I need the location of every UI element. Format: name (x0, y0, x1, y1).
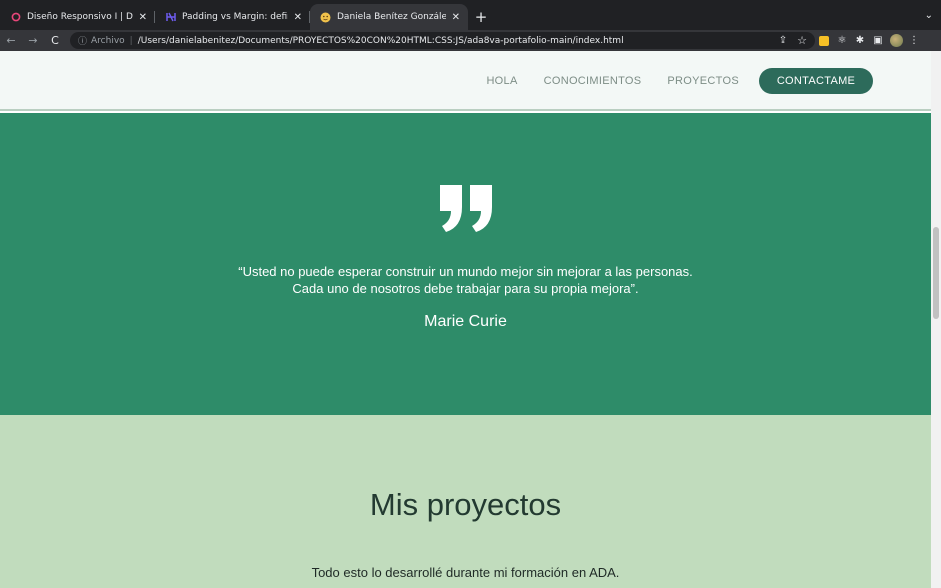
back-arrow-icon[interactable]: ← (0, 30, 22, 51)
scrollbar-thumb[interactable] (933, 227, 939, 319)
info-icon[interactable]: ⓘ (78, 34, 87, 47)
forward-arrow-icon[interactable]: → (22, 30, 44, 51)
close-tab-icon[interactable]: ✕ (452, 12, 460, 23)
h-logo-icon (165, 12, 176, 23)
address-bar[interactable]: ⓘ Archivo | /Users/danielabenitez/Docume… (70, 32, 815, 49)
nav-link-conocimientos[interactable]: CONOCIMIENTOS (544, 75, 642, 87)
browser-tab[interactable]: Padding vs Margin: definición, ✕ (155, 4, 310, 30)
site-nav: HOLA CONOCIMIENTOS PROYECTOS CONTACTAME (460, 68, 873, 94)
browser-toolbar: ← → C ⓘ Archivo | /Users/danielabenitez/… (0, 30, 941, 51)
bookmark-star-icon[interactable]: ☆ (797, 34, 807, 47)
address-scheme: Archivo (91, 35, 125, 46)
tab-title: Diseño Responsivo I | Desarroll (27, 12, 133, 22)
extensions-puzzle-icon[interactable]: ✱ (851, 30, 869, 51)
profile-avatar[interactable] (887, 30, 905, 51)
page-scrollbar[interactable] (931, 51, 941, 588)
address-url[interactable]: /Users/danielabenitez/Documents/PROYECTO… (138, 36, 624, 46)
tab-title: Daniela Benítez González (337, 12, 446, 22)
browser-tab-strip: Diseño Responsivo I | Desarroll ✕ Paddin… (0, 0, 941, 30)
quote-line: “Usted no puede esperar construir un mun… (238, 264, 693, 279)
quote-line: Cada uno de nosotros debe trabajar para … (292, 281, 639, 296)
tab-search-chevron-icon[interactable]: ⌄ (925, 10, 933, 21)
projects-title: Mis proyectos (369, 487, 562, 522)
side-panel-icon[interactable]: ▣ (869, 30, 887, 51)
quote-section: “Usted no puede esperar construir un mun… (0, 113, 931, 415)
contact-button[interactable]: CONTACTAME (759, 68, 873, 94)
projects-section: Mis proyectos Todo esto lo desarrollé du… (0, 415, 931, 588)
nav-link-proyectos[interactable]: PROYECTOS (667, 75, 739, 87)
nav-link-hola[interactable]: HOLA (486, 75, 517, 87)
reload-icon[interactable]: C (44, 30, 66, 51)
new-tab-button[interactable]: + (468, 4, 494, 30)
projects-subtitle: Todo esto lo desarrollé durante mi forma… (311, 565, 620, 580)
extension-yellow-icon[interactable] (815, 30, 833, 51)
page-viewport: HOLA CONOCIMIENTOS PROYECTOS CONTACTAME … (0, 51, 931, 588)
quote-mark-icon (440, 185, 492, 232)
ring-icon (10, 12, 21, 23)
share-icon[interactable]: ⇪ (779, 35, 787, 46)
site-header: HOLA CONOCIMIENTOS PROYECTOS CONTACTAME (0, 51, 931, 111)
address-separator: | (129, 35, 133, 46)
browser-menu-icon[interactable]: ⋮ (905, 30, 923, 51)
emoji-icon (320, 12, 331, 23)
close-tab-icon[interactable]: ✕ (139, 12, 147, 23)
browser-tab[interactable]: Diseño Responsivo I | Desarroll ✕ (0, 4, 155, 30)
extension-react-icon[interactable]: ⚛ (833, 30, 851, 51)
close-tab-icon[interactable]: ✕ (294, 12, 302, 23)
quote-author: Marie Curie (424, 313, 507, 330)
browser-tab-active[interactable]: Daniela Benítez González ✕ (310, 4, 468, 30)
quote-text: “Usted no puede esperar construir un mun… (0, 263, 931, 297)
tab-title: Padding vs Margin: definición, (182, 12, 288, 22)
